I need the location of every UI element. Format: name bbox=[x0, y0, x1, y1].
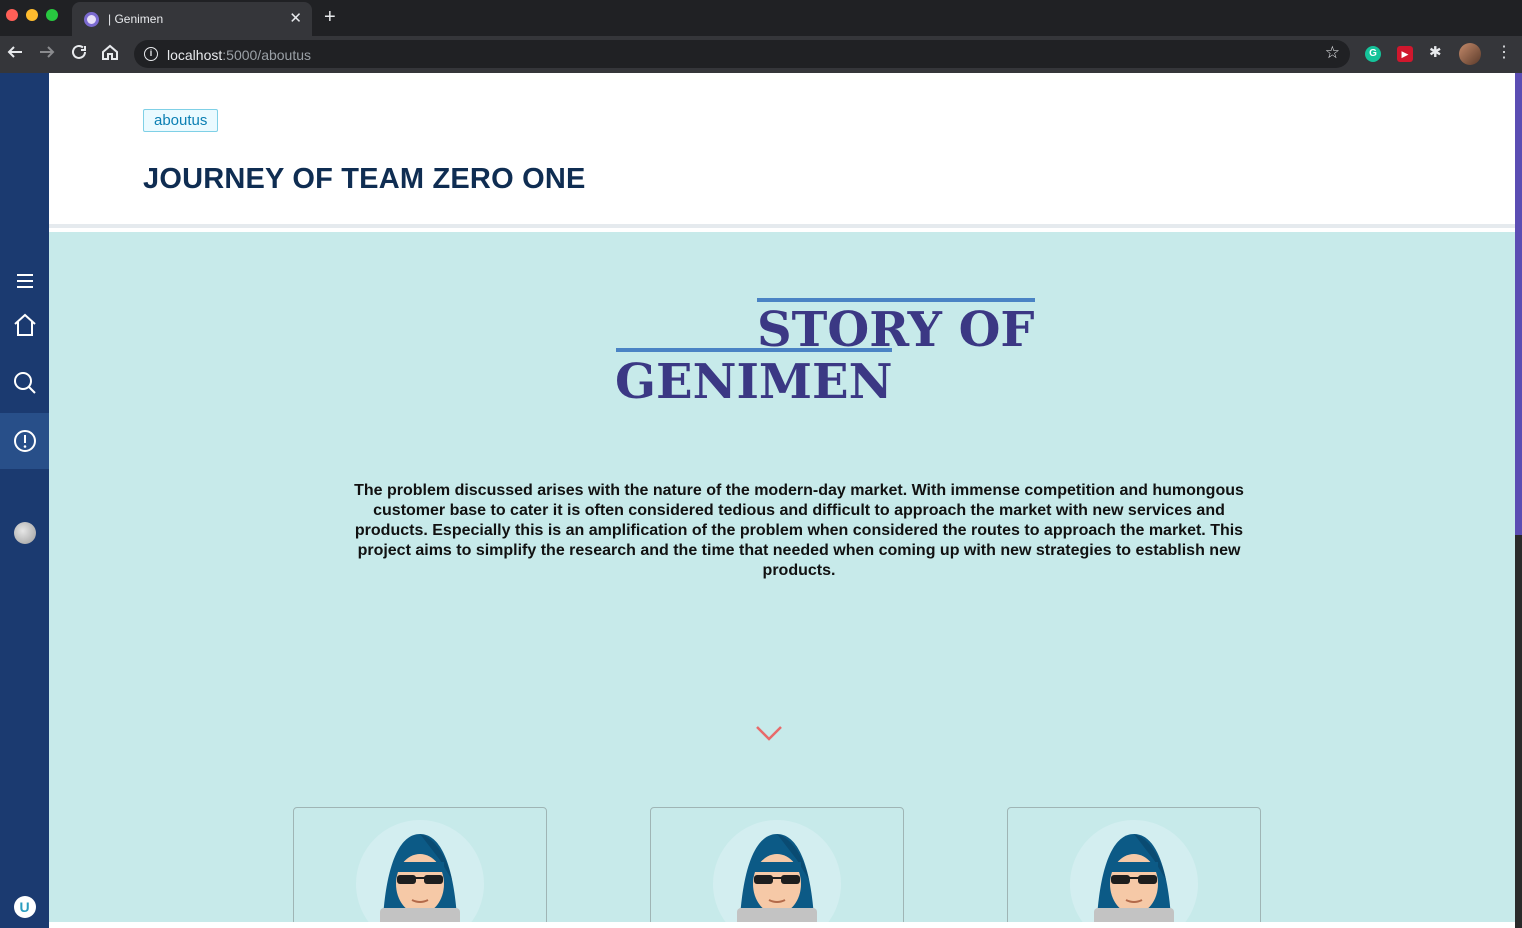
sidebar-item-logo[interactable]: U bbox=[0, 879, 49, 928]
scrollbar-track-lower[interactable] bbox=[1515, 535, 1522, 928]
extensions-puzzle-icon[interactable]: ✱ bbox=[1429, 45, 1445, 61]
new-tab-button[interactable]: + bbox=[324, 6, 336, 29]
hacker-avatar-icon bbox=[1070, 820, 1198, 928]
page-title: JOURNEY OF TEAM ZERO ONE bbox=[143, 163, 586, 195]
alert-circle-icon bbox=[13, 430, 36, 452]
menu-icon bbox=[16, 274, 33, 288]
hacker-avatar-icon bbox=[356, 820, 484, 928]
sidebar-item-home[interactable] bbox=[0, 297, 49, 353]
sidebar: U bbox=[0, 73, 49, 928]
sidebar-item-about[interactable] bbox=[0, 413, 49, 469]
forward-button[interactable] bbox=[38, 43, 56, 65]
red-extension-icon[interactable]: ▶ bbox=[1397, 46, 1413, 62]
site-info-icon[interactable]: i bbox=[144, 47, 158, 61]
browser-menu-icon[interactable]: ⋮ bbox=[1496, 44, 1512, 62]
url-text[interactable]: localhost:5000/aboutus bbox=[167, 47, 311, 63]
story-title: STORY OF GENIMEN bbox=[615, 304, 1055, 408]
team-card[interactable] bbox=[1007, 807, 1261, 928]
profile-avatar[interactable] bbox=[1459, 43, 1481, 65]
maximize-window-button[interactable] bbox=[46, 9, 58, 21]
page-viewport: U aboutus JOURNEY OF TEAM ZERO ONE STORY… bbox=[0, 73, 1522, 928]
hacker-avatar-icon bbox=[713, 820, 841, 928]
forward-arrow-icon bbox=[40, 46, 55, 58]
tab-favicon-icon bbox=[84, 12, 99, 27]
breadcrumb[interactable]: aboutus bbox=[143, 109, 219, 132]
home-icon bbox=[13, 313, 36, 336]
home-icon bbox=[102, 44, 118, 60]
back-button[interactable] bbox=[6, 43, 24, 65]
reload-button[interactable] bbox=[70, 43, 88, 65]
browser-tabbar: | Genimen ✕ + bbox=[0, 0, 1522, 36]
search-icon bbox=[13, 372, 36, 394]
sidebar-item-theme[interactable] bbox=[0, 505, 49, 561]
close-window-button[interactable] bbox=[6, 9, 18, 21]
scrollbar-track[interactable] bbox=[1515, 73, 1522, 535]
tab-close-button[interactable]: ✕ bbox=[289, 9, 302, 27]
moon-icon bbox=[13, 522, 36, 544]
address-bar[interactable]: i localhost:5000/aboutus ☆ bbox=[134, 40, 1350, 68]
logo-icon: U bbox=[13, 896, 36, 918]
sidebar-item-search[interactable] bbox=[0, 355, 49, 411]
tab-title: | Genimen bbox=[108, 12, 164, 26]
page-bottom-strip bbox=[49, 922, 1515, 928]
minimize-window-button[interactable] bbox=[26, 9, 38, 21]
home-button[interactable] bbox=[100, 43, 120, 65]
story-title-line2: GENIMEN bbox=[615, 354, 893, 410]
reload-icon bbox=[72, 44, 86, 59]
bookmark-star-icon[interactable]: ☆ bbox=[1325, 43, 1340, 63]
browser-tab[interactable]: | Genimen ✕ bbox=[72, 2, 312, 36]
page-header: aboutus JOURNEY OF TEAM ZERO ONE bbox=[49, 73, 1515, 228]
team-card[interactable] bbox=[650, 807, 904, 928]
back-arrow-icon bbox=[7, 46, 22, 58]
browser-toolbar: i localhost:5000/aboutus ☆ G ▶ ✱ ⋮ bbox=[0, 36, 1522, 73]
chevron-down-icon[interactable] bbox=[755, 724, 783, 747]
story-paragraph: The problem discussed arises with the na… bbox=[354, 482, 1244, 579]
grammarly-extension-icon[interactable]: G bbox=[1365, 46, 1381, 62]
story-section: STORY OF GENIMEN The problem discussed a… bbox=[49, 232, 1515, 928]
story-title-line1: STORY OF bbox=[757, 302, 1035, 358]
team-card[interactable] bbox=[293, 807, 547, 928]
